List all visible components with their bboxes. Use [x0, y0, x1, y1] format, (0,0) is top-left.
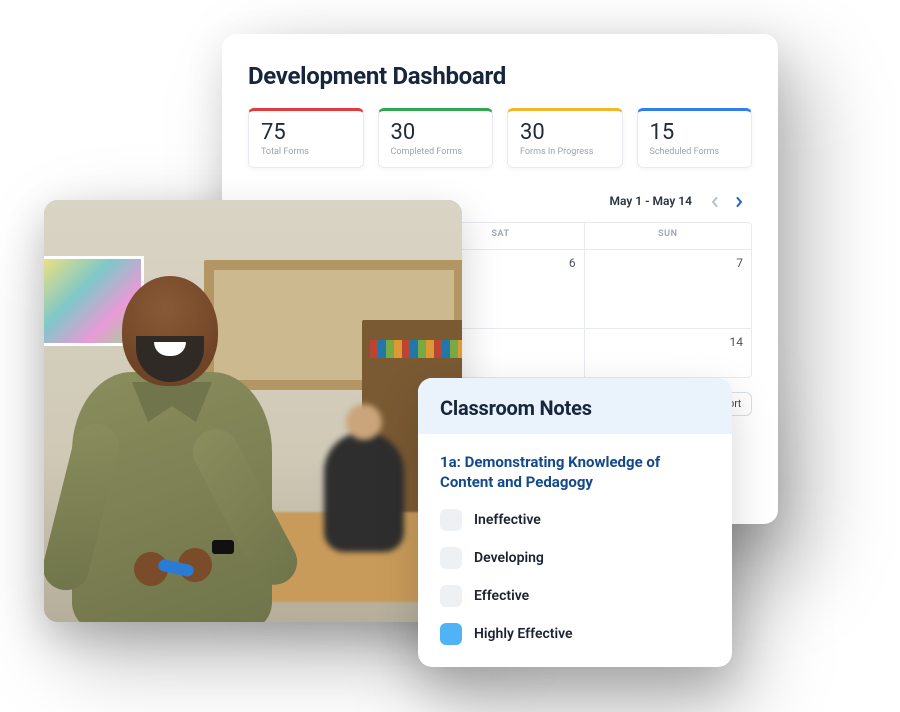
calendar-day-cell[interactable]: 7	[584, 250, 751, 328]
stat-scheduled-forms[interactable]: 15 Scheduled Forms	[637, 108, 753, 168]
chevron-right-icon	[734, 192, 744, 211]
dashboard-title: Development Dashboard	[248, 62, 752, 90]
notes-title: Classroom Notes	[440, 396, 710, 420]
option-label: Effective	[474, 588, 529, 604]
calendar-day-cell[interactable]: 14	[584, 329, 751, 377]
day-number: 6	[569, 256, 576, 270]
option-effective[interactable]: Effective	[440, 585, 710, 607]
stat-label: Forms In Progress	[520, 147, 610, 157]
stat-value: 30	[520, 121, 610, 145]
person-illustration	[62, 232, 302, 622]
stat-value: 30	[391, 121, 481, 145]
option-ineffective[interactable]: Ineffective	[440, 509, 710, 531]
option-label: Ineffective	[474, 512, 541, 528]
weekday-sun: SUN	[584, 223, 751, 249]
stat-value: 15	[650, 121, 740, 145]
stat-label: Total Forms	[261, 147, 351, 157]
day-number: 7	[736, 256, 743, 270]
option-label: Developing	[474, 550, 544, 566]
classroom-notes-card: Classroom Notes 1a: Demonstrating Knowle…	[418, 378, 732, 667]
checkbox-icon	[440, 623, 462, 645]
calendar-next-button[interactable]	[730, 192, 748, 210]
notes-question: 1a: Demonstrating Knowledge of Content a…	[440, 452, 710, 493]
teacher-photo	[44, 200, 462, 622]
stat-label: Completed Forms	[391, 147, 481, 157]
checkbox-icon	[440, 509, 462, 531]
checkbox-icon	[440, 585, 462, 607]
calendar-prev-button[interactable]	[706, 192, 724, 210]
notes-header: Classroom Notes	[418, 378, 732, 434]
checkbox-icon	[440, 547, 462, 569]
chevron-left-icon	[710, 192, 720, 211]
stat-label: Scheduled Forms	[650, 147, 740, 157]
stat-completed-forms[interactable]: 30 Completed Forms	[378, 108, 494, 168]
day-number: 14	[729, 335, 743, 349]
stats-row: 75 Total Forms 30 Completed Forms 30 For…	[248, 108, 752, 168]
calendar-nav	[706, 192, 748, 210]
option-developing[interactable]: Developing	[440, 547, 710, 569]
option-label: Highly Effective	[474, 626, 573, 642]
notes-body: 1a: Demonstrating Knowledge of Content a…	[418, 434, 732, 667]
option-highly-effective[interactable]: Highly Effective	[440, 623, 710, 645]
stat-total-forms[interactable]: 75 Total Forms	[248, 108, 364, 168]
stat-forms-in-progress[interactable]: 30 Forms In Progress	[507, 108, 623, 168]
stat-value: 75	[261, 121, 351, 145]
calendar-date-range: May 1 - May 14	[609, 194, 692, 208]
